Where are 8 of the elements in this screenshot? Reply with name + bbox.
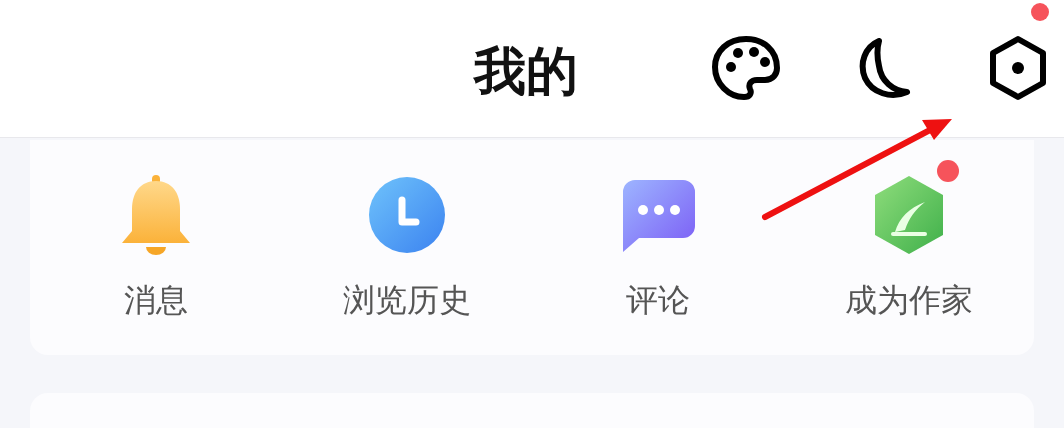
page-title: 我的	[474, 39, 578, 103]
shortcut-item[interactable]: 评论	[602, 157, 713, 324]
shortcut-item[interactable]: 浏览历史	[326, 157, 487, 324]
shortcut-item[interactable]: 消息	[101, 157, 210, 324]
clock-icon	[367, 175, 446, 254]
settings-icon	[987, 35, 1049, 101]
shortcut-item[interactable]: 成为作家	[828, 157, 989, 324]
palette-icon	[711, 35, 781, 101]
